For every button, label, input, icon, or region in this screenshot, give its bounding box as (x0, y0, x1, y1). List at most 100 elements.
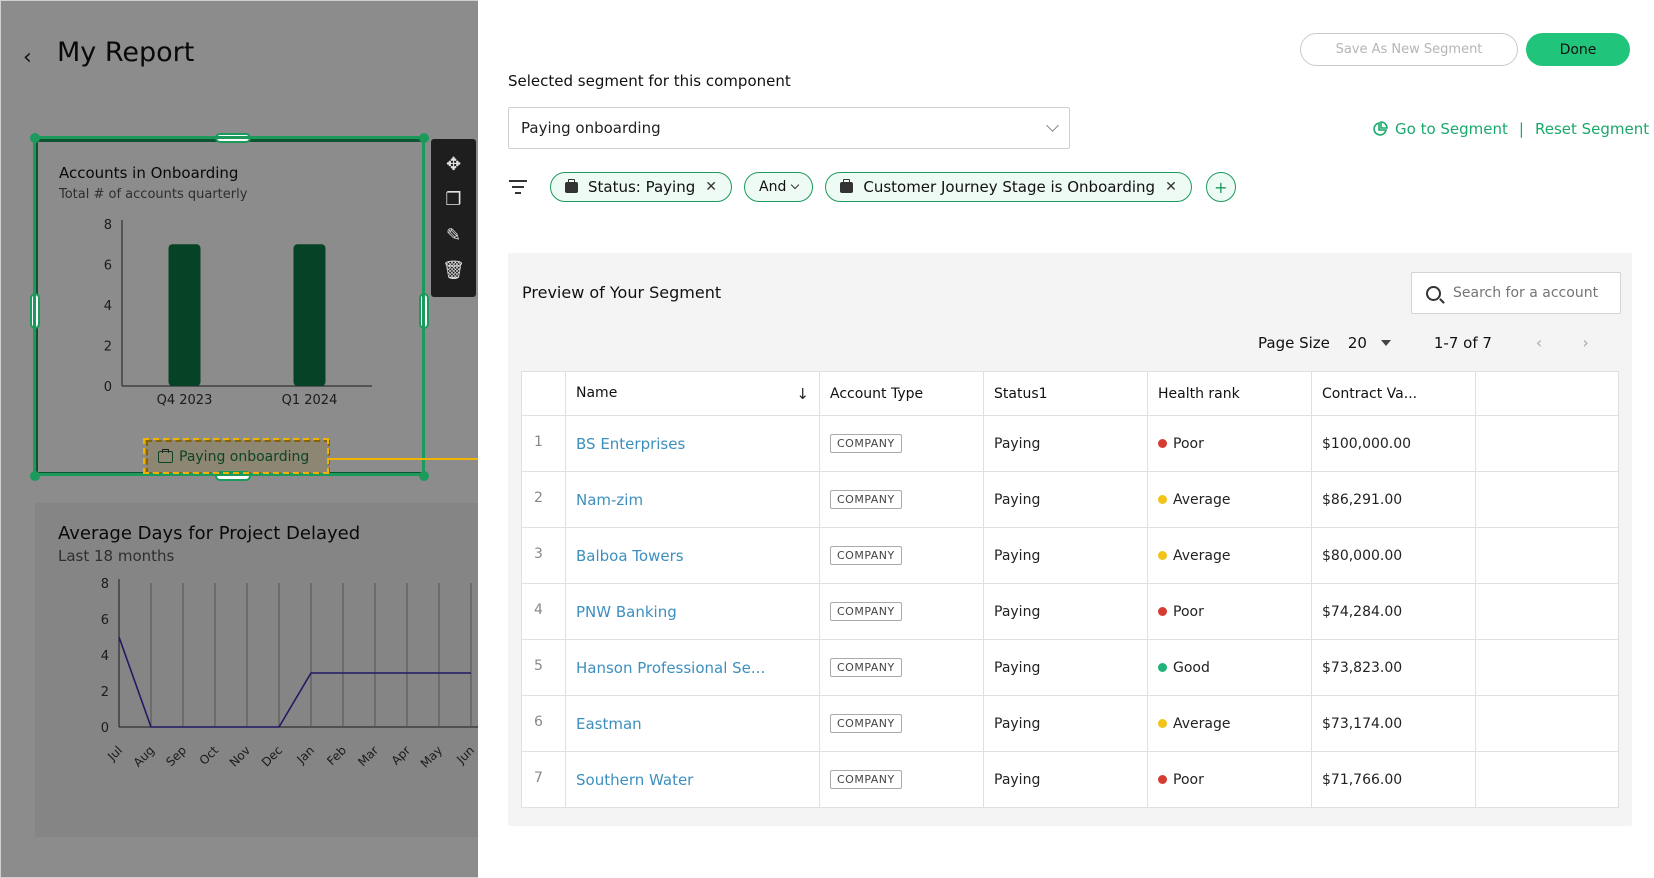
empty-cell (1475, 695, 1619, 752)
health-dot-icon (1158, 662, 1167, 672)
row-index: 3 (521, 527, 566, 584)
account-type-badge: COMPANY (830, 657, 902, 677)
account-name-cell: Balboa Towers (565, 527, 820, 584)
account-type-badge: COMPANY (830, 489, 902, 509)
filter-chip-label: Status: Paying (588, 178, 696, 196)
account-name-cell: Nam-zim (565, 471, 820, 528)
account-type-cell: COMPANY (819, 527, 984, 584)
segment-preview: Preview of Your Segment Page Size 20 1-7… (508, 253, 1632, 826)
column-header-health-rank[interactable]: Health rank (1147, 371, 1312, 416)
chevron-down-icon (791, 180, 800, 190)
column-header-contract-value[interactable]: Contract Va... (1311, 371, 1476, 416)
health-rank-cell: Good (1147, 639, 1312, 696)
account-name-link[interactable]: BS Enterprises (576, 435, 685, 453)
go-to-segment-link[interactable]: Go to Segment (1395, 120, 1508, 138)
column-header-name[interactable]: Name ↓ (565, 371, 820, 416)
filter-chip-label: Customer Journey Stage is Onboarding (863, 178, 1156, 196)
pie-chart-icon (1373, 121, 1388, 136)
search-icon (1426, 285, 1441, 301)
health-rank-label: Good (1173, 659, 1210, 676)
health-rank-cell: Average (1147, 471, 1312, 528)
page-size-select[interactable]: 20 (1348, 334, 1398, 352)
page-size-label: Page Size (1258, 333, 1330, 352)
index-column-header (521, 371, 566, 416)
table-row[interactable]: 1 BS Enterprises COMPANY Paying Poor $100,000… (521, 415, 1619, 472)
account-name-link[interactable]: Hanson Professional Se... (576, 659, 765, 677)
account-name-link[interactable]: Balboa Towers (576, 547, 684, 565)
page-size-value: 20 (1347, 333, 1367, 352)
reset-segment-link[interactable]: Reset Segment (1535, 120, 1649, 138)
status-cell: Paying (983, 415, 1148, 472)
account-search[interactable] (1411, 272, 1621, 314)
empty-cell (1475, 527, 1619, 584)
filter-chip-journey-stage[interactable]: Customer Journey Stage is Onboarding ✕ (825, 172, 1192, 202)
account-name-link[interactable]: PNW Banking (576, 603, 677, 621)
add-filter-button[interactable]: + (1205, 172, 1236, 202)
sort-descending-icon[interactable]: ↓ (796, 385, 809, 403)
health-dot-icon (1158, 606, 1167, 616)
prev-page-icon[interactable]: ‹ (1536, 333, 1542, 352)
account-name-link[interactable]: Eastman (576, 715, 642, 733)
health-rank-cell: Poor (1147, 751, 1312, 808)
preview-title: Preview of Your Segment (522, 283, 722, 302)
status-cell: Paying (983, 751, 1148, 808)
save-as-new-segment-button[interactable]: Save As New Segment (1300, 33, 1518, 66)
account-name-cell: BS Enterprises (565, 415, 820, 472)
segment-links: Go to Segment | Reset Segment (1372, 120, 1649, 138)
row-index: 7 (521, 751, 566, 808)
health-rank-label: Average (1173, 491, 1231, 508)
health-rank-cell: Average (1147, 527, 1312, 584)
conjunction-dropdown[interactable]: And (744, 172, 814, 202)
status-cell: Paying (983, 695, 1148, 752)
table-row[interactable]: 2 Nam-zim COMPANY Paying Average $86,291.00 (521, 471, 1619, 528)
done-button[interactable]: Done (1526, 33, 1630, 66)
health-rank-cell: Poor (1147, 583, 1312, 640)
chevron-down-icon (1046, 119, 1059, 132)
health-dot-icon (1158, 550, 1167, 560)
account-type-cell: COMPANY (819, 639, 984, 696)
account-name-cell: Hanson Professional Se... (565, 639, 820, 696)
account-type-cell: COMPANY (819, 471, 984, 528)
filter-chip-status[interactable]: Status: Paying ✕ (550, 172, 732, 202)
segment-dropdown[interactable]: Paying onboarding (508, 107, 1070, 149)
close-icon[interactable]: ✕ (1165, 179, 1177, 195)
status-cell: Paying (983, 583, 1148, 640)
table-header-row: Name ↓ Account Type Status1 Health rank … (521, 371, 1619, 416)
close-icon[interactable]: ✕ (705, 179, 717, 195)
table-row[interactable]: 4 PNW Banking COMPANY Paying Poor $74,284.00 (521, 583, 1619, 640)
empty-cell (1475, 415, 1619, 472)
account-name-cell: Southern Water (565, 751, 820, 808)
filter-icon[interactable] (508, 180, 528, 194)
health-dot-icon (1158, 438, 1167, 448)
empty-cell (1475, 639, 1619, 696)
health-rank-label: Average (1173, 547, 1231, 564)
account-name-cell: PNW Banking (565, 583, 820, 640)
account-name-cell: Eastman (565, 695, 820, 752)
next-page-icon[interactable]: › (1582, 333, 1588, 352)
plus-icon: + (1214, 177, 1228, 197)
health-rank-label: Poor (1173, 771, 1204, 788)
segment-dropdown-value: Paying onboarding (521, 119, 661, 137)
account-type-cell: COMPANY (819, 695, 984, 752)
health-dot-icon (1158, 718, 1167, 728)
account-type-badge: COMPANY (830, 433, 902, 453)
contract-value-cell: $73,174.00 (1311, 695, 1476, 752)
account-name-link[interactable]: Southern Water (576, 771, 693, 789)
segment-panel: Save As New Segment Done Selected segmen… (478, 0, 1654, 878)
table-row[interactable]: 5 Hanson Professional Se... COMPANY Paying G… (521, 639, 1619, 696)
table-row[interactable]: 6 Eastman COMPANY Paying Average $73,174.00 (521, 695, 1619, 752)
connector-arrow (328, 453, 496, 465)
account-type-cell: COMPANY (819, 583, 984, 640)
account-type-badge: COMPANY (830, 601, 902, 621)
search-input[interactable] (1453, 285, 1603, 301)
pagination: Page Size 20 1-7 of 7 ‹ › (1258, 333, 1589, 352)
table-row[interactable]: 7 Southern Water COMPANY Paying Poor $71,766.… (521, 751, 1619, 808)
health-rank-label: Average (1173, 715, 1231, 732)
account-name-link[interactable]: Nam-zim (576, 491, 643, 509)
account-type-cell: COMPANY (819, 751, 984, 808)
table-row[interactable]: 3 Balboa Towers COMPANY Paying Average $80,00… (521, 527, 1619, 584)
column-header-status[interactable]: Status1 (983, 371, 1148, 416)
column-header-account-type[interactable]: Account Type (819, 371, 984, 416)
health-rank-label: Poor (1173, 603, 1204, 620)
health-rank-cell: Poor (1147, 415, 1312, 472)
